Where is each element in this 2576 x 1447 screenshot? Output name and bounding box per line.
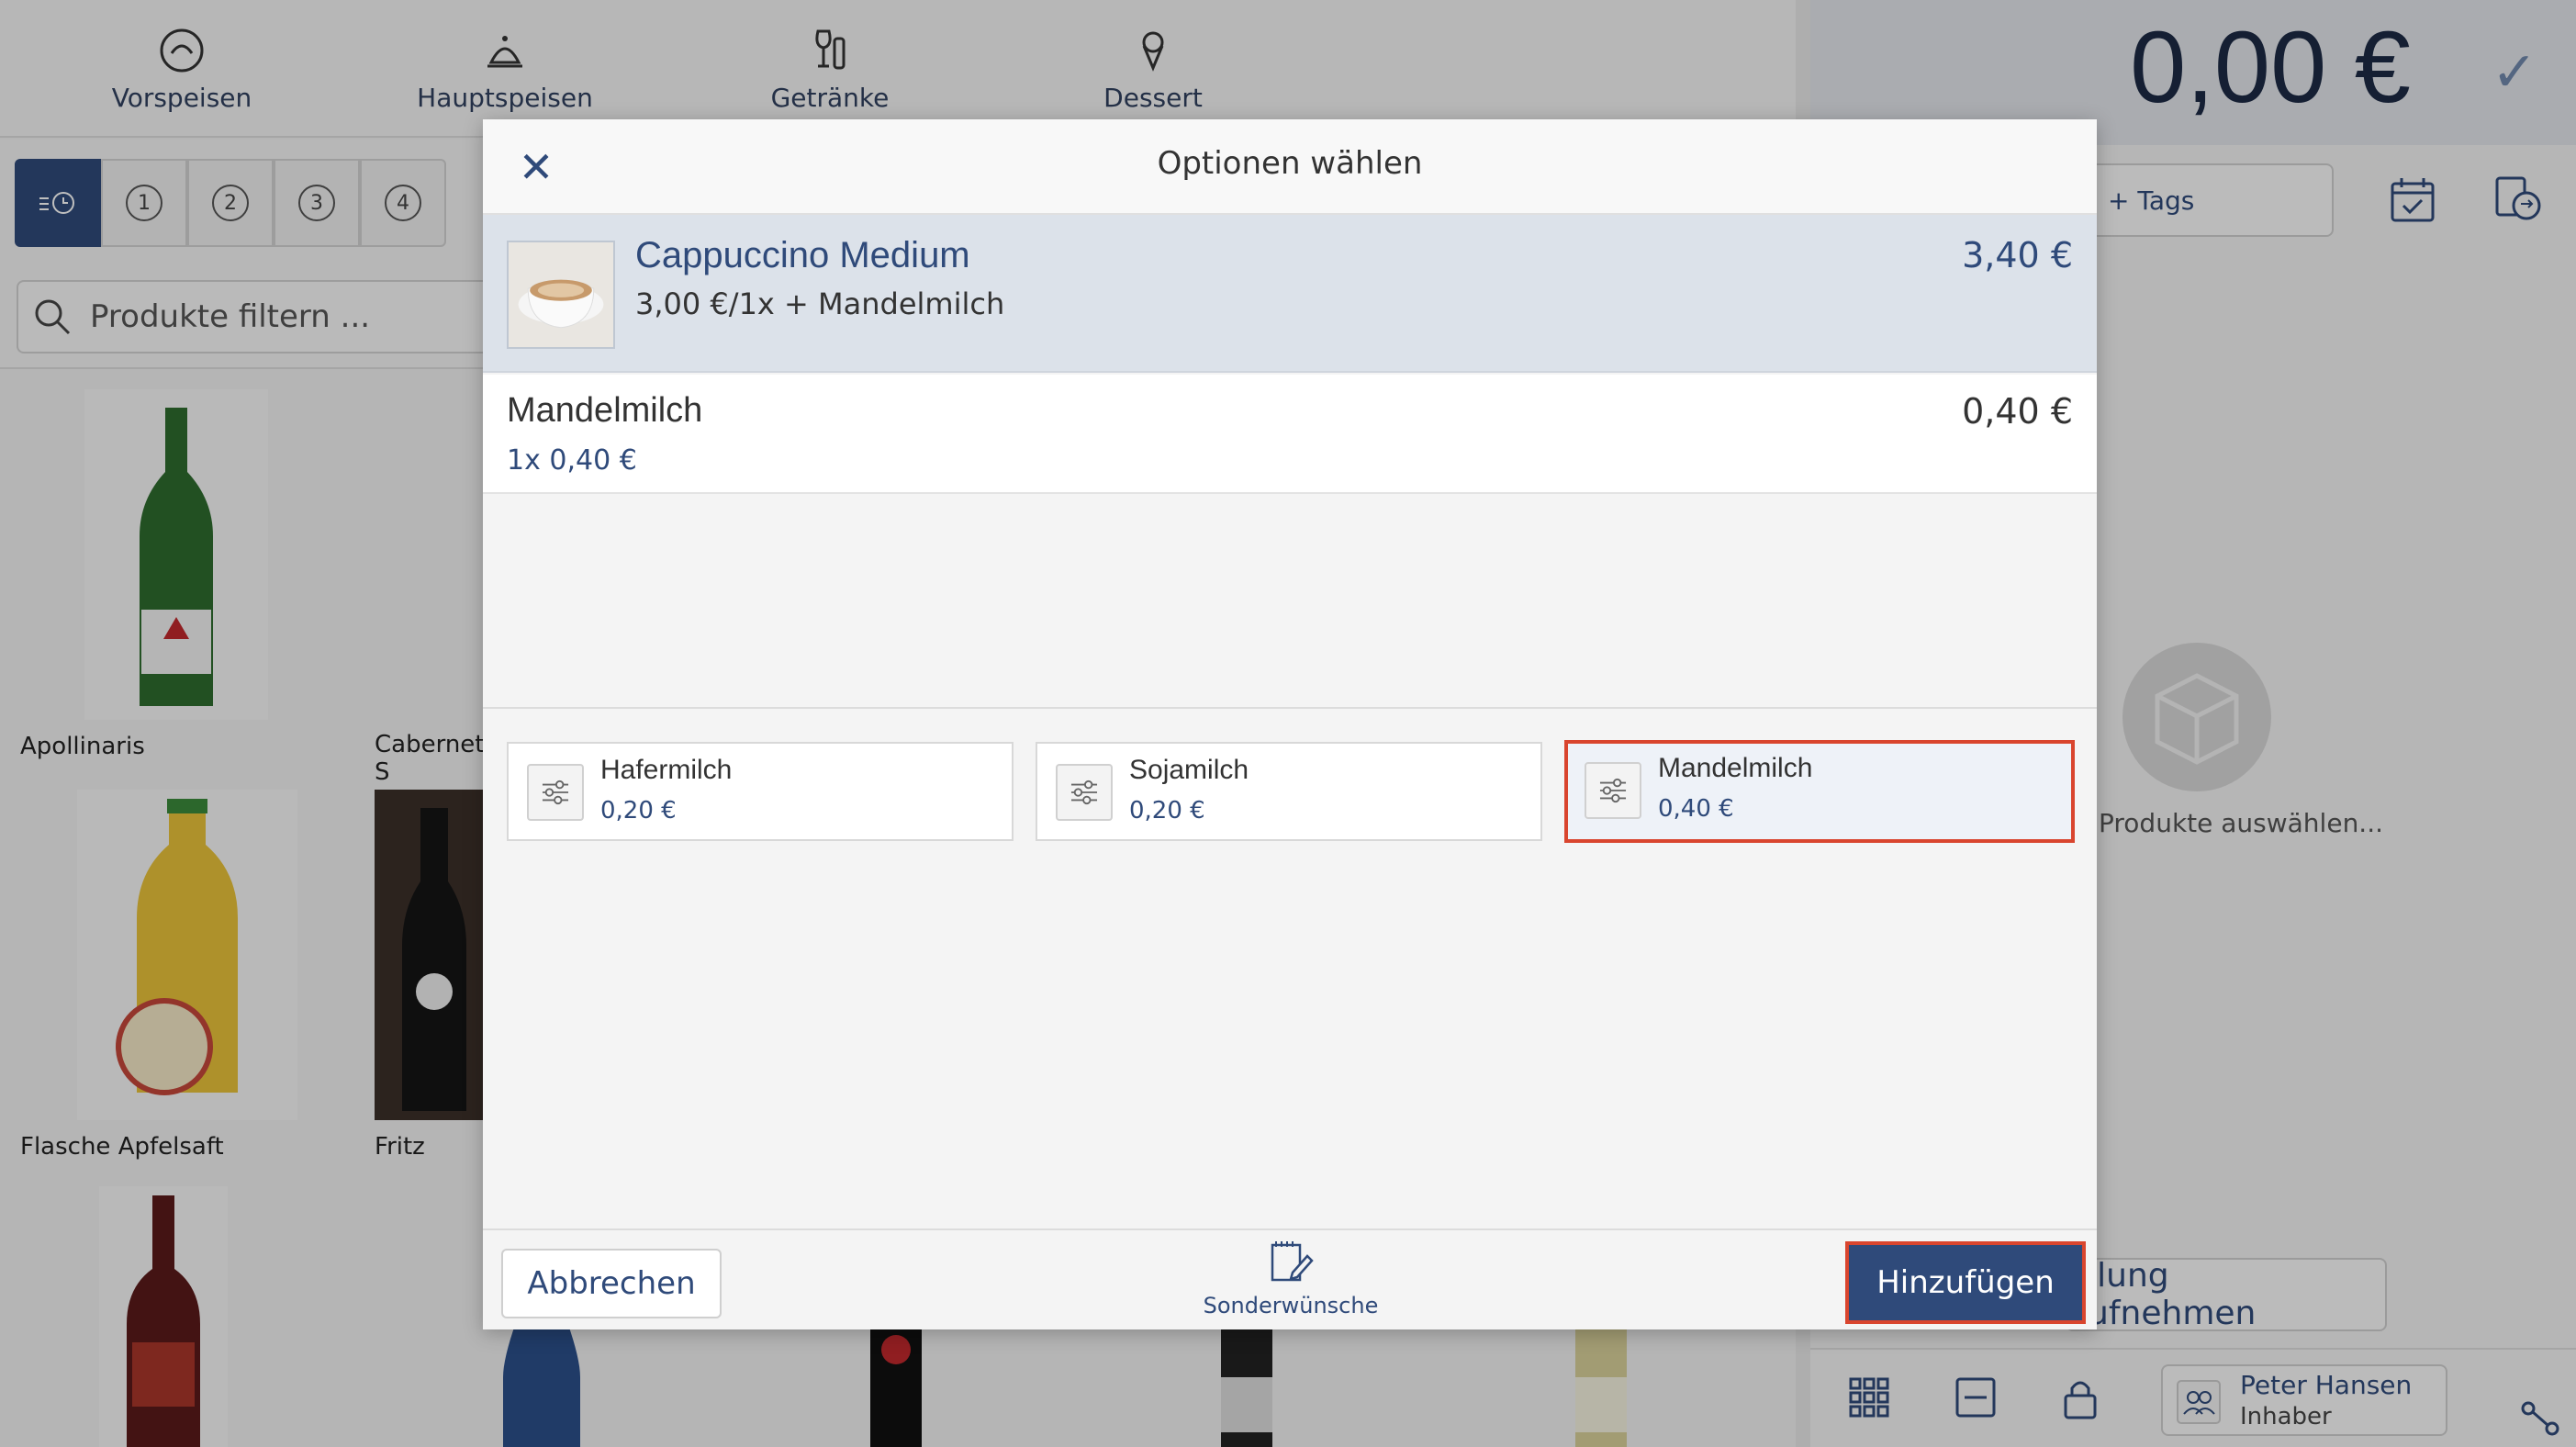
- chosen-option-row[interactable]: Mandelmilch 1x 0,40 € 0,40 €: [483, 375, 2097, 494]
- product-name: Cappuccino Medium: [635, 235, 970, 275]
- chosen-option-name: Mandelmilch: [507, 391, 703, 430]
- product-detail: 3,00 €/1x + Mandelmilch: [635, 286, 1005, 321]
- option-name: Sojamilch: [1129, 755, 1249, 785]
- sliders-icon: [1585, 762, 1641, 819]
- chosen-option-price: 0,40 €: [1962, 391, 2073, 432]
- options-dialog: Optionen wählen ✕ Cappuccino Medium 3,00…: [483, 119, 2097, 1329]
- note-edit-icon: [1271, 1241, 1314, 1282]
- product-price: 3,40 €: [1962, 235, 2073, 275]
- sliders-icon: [527, 764, 584, 821]
- cappuccino-image: [507, 241, 615, 349]
- chosen-options-list: [483, 494, 2097, 709]
- option-name: Mandelmilch: [1658, 753, 1813, 783]
- close-icon[interactable]: ✕: [512, 142, 560, 192]
- dialog-header: Optionen wählen ✕: [483, 119, 2097, 215]
- add-button[interactable]: Hinzufügen: [1845, 1241, 2086, 1324]
- option-card-hafermilch[interactable]: Hafermilch 0,20 €: [507, 742, 1014, 841]
- option-card-mandelmilch[interactable]: Mandelmilch 0,40 €: [1564, 740, 2075, 843]
- option-price: 0,20 €: [1129, 797, 1205, 824]
- selected-product-row: Cappuccino Medium 3,00 €/1x + Mandelmilc…: [483, 215, 2097, 373]
- special-requests-label: Sonderwünsche: [1203, 1293, 1379, 1318]
- sliders-icon: [1056, 764, 1113, 821]
- dialog-title: Optionen wählen: [1157, 145, 1423, 182]
- option-price: 0,40 €: [1658, 795, 1734, 823]
- cancel-button[interactable]: Abbrechen: [501, 1249, 722, 1318]
- option-name: Hafermilch: [600, 755, 733, 785]
- dialog-footer: Abbrechen Sonderwünsche Hinzufügen: [483, 1228, 2097, 1329]
- special-requests-button[interactable]: Sonderwünsche: [1199, 1239, 1383, 1322]
- option-card-sojamilch[interactable]: Sojamilch 0,20 €: [1036, 742, 1542, 841]
- chosen-option-detail: 1x 0,40 €: [507, 444, 637, 477]
- option-price: 0,20 €: [600, 797, 677, 824]
